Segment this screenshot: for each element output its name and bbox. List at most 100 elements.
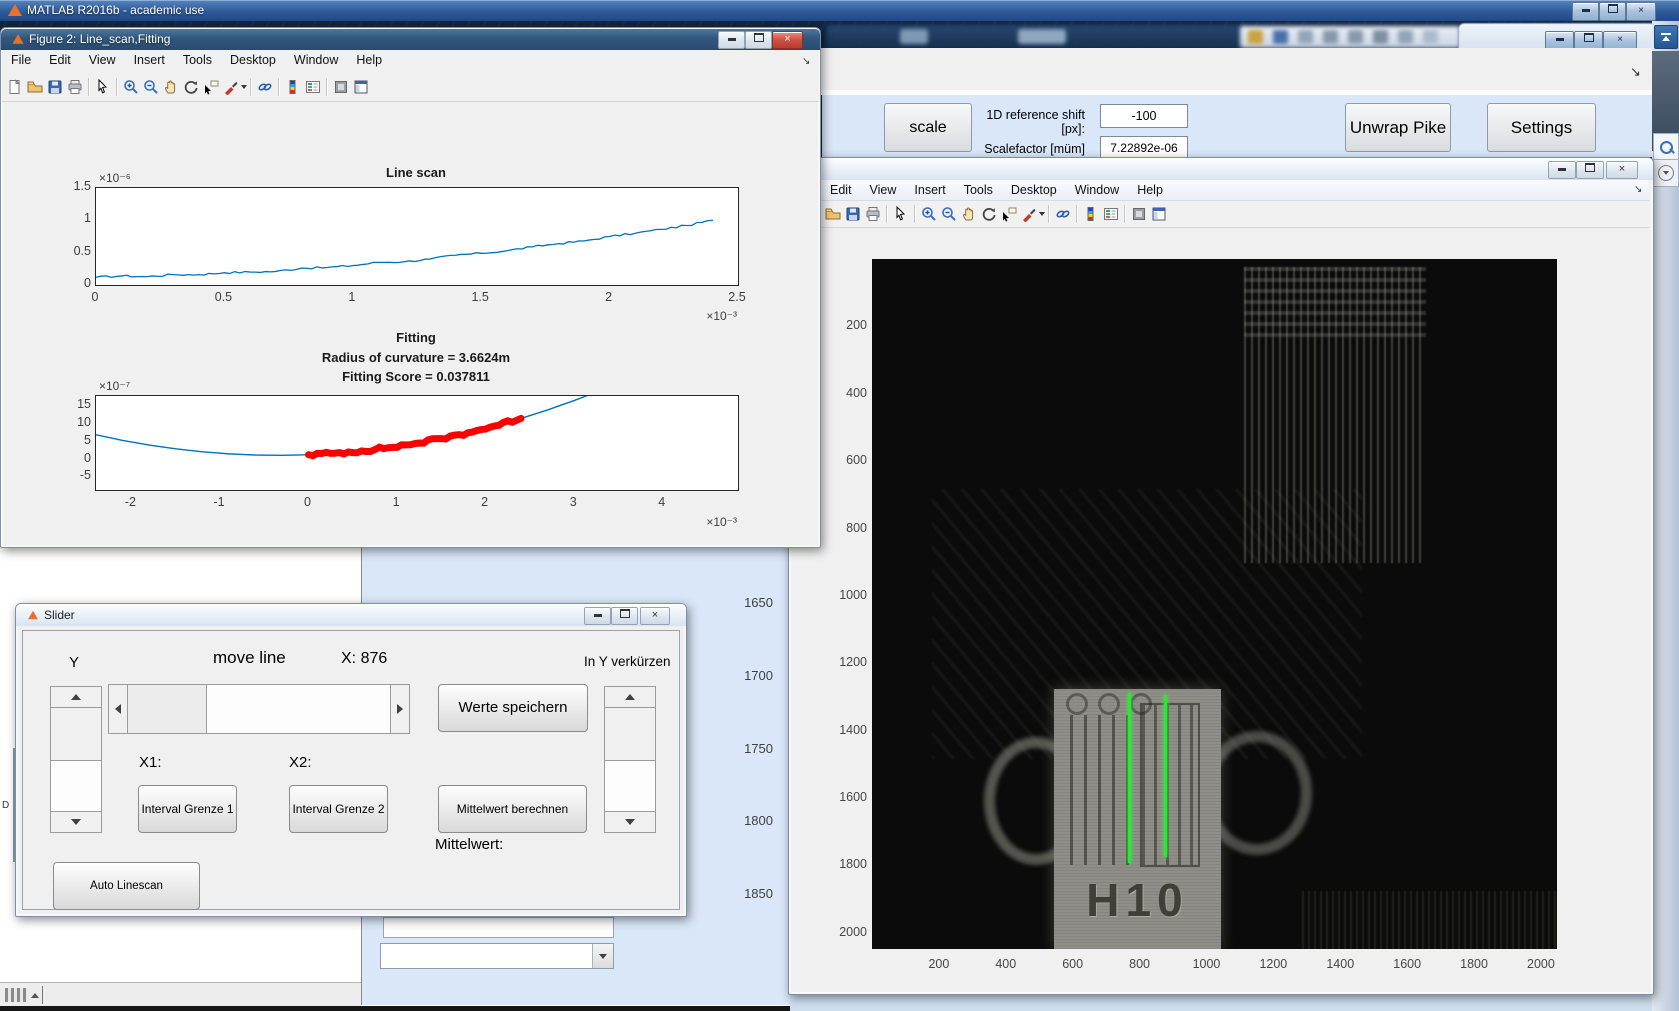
dropdown-arrow-button[interactable] <box>592 944 613 968</box>
save-icon[interactable] <box>45 77 65 97</box>
menubar-overflow-icon[interactable]: ↘ <box>1630 64 1641 80</box>
slider-left-button[interactable] <box>109 685 128 733</box>
brush-icon[interactable] <box>1019 204 1039 224</box>
new-doc-icon[interactable] <box>5 77 25 97</box>
settings-button[interactable]: Settings <box>1487 103 1596 152</box>
slider-thumb[interactable] <box>128 685 207 733</box>
speckle-image[interactable]: H10 <box>872 259 1557 949</box>
legend-icon[interactable] <box>1101 204 1121 224</box>
y-slider-left[interactable] <box>50 686 102 833</box>
menu-item-window[interactable]: Window <box>285 50 347 67</box>
move-line-slider[interactable] <box>108 684 410 734</box>
plot-tools-hide-icon[interactable] <box>331 77 351 97</box>
gui-dropdown[interactable] <box>380 943 614 969</box>
auto-linescan-button[interactable]: Auto Linescan <box>53 862 200 910</box>
close-button[interactable]: × <box>640 607 670 625</box>
slider-down-button[interactable] <box>51 811 101 832</box>
menu-item-edit[interactable]: Edit <box>40 50 80 67</box>
close-button[interactable]: × <box>772 31 803 49</box>
slider-right-button[interactable] <box>390 685 409 733</box>
data-cursor-icon[interactable] <box>999 204 1019 224</box>
y-slider-right[interactable] <box>604 686 656 833</box>
slider-up-button[interactable] <box>51 687 101 708</box>
pan-icon[interactable] <box>161 77 181 97</box>
main-minimize-button[interactable] <box>1572 2 1599 21</box>
save-icon[interactable] <box>843 204 863 224</box>
slider-thumb[interactable] <box>51 708 101 761</box>
main-maximize-button[interactable] <box>1599 2 1626 21</box>
menu-item-insert[interactable]: Insert <box>125 50 174 67</box>
figure2-titlebar[interactable]: Figure 2: Line_scan,Fitting × <box>1 28 820 50</box>
interval-limit1-button[interactable]: Interval Grenze 1 <box>138 785 237 833</box>
minimize-button[interactable] <box>1548 161 1576 179</box>
cursor-icon[interactable] <box>891 204 911 224</box>
maximize-button[interactable] <box>745 31 772 49</box>
menu-item-desktop[interactable]: Desktop <box>221 50 285 67</box>
pan-icon[interactable] <box>959 204 979 224</box>
menu-item-file[interactable]: File <box>2 50 40 67</box>
dock-search-button[interactable] <box>1653 133 1679 161</box>
plot-tools-show-icon[interactable] <box>351 77 371 97</box>
menubar-overflow-icon[interactable]: ↘ <box>1634 184 1642 195</box>
print-icon[interactable] <box>65 77 85 97</box>
print-icon[interactable] <box>863 204 883 224</box>
menu-item-window[interactable]: Window <box>1066 180 1128 197</box>
line-scan-axes[interactable] <box>95 187 739 286</box>
minimize-button[interactable] <box>584 607 611 625</box>
unwrap-pike-button[interactable]: Unwrap Pike <box>1345 103 1451 152</box>
data-cursor-icon[interactable] <box>201 77 221 97</box>
zoom-out-icon[interactable] <box>939 204 959 224</box>
link-plots-icon[interactable] <box>255 77 275 97</box>
menu-item-insert[interactable]: Insert <box>905 180 954 197</box>
close-button[interactable]: × <box>1606 161 1638 179</box>
brush-dropdown-caret-icon[interactable] <box>241 85 247 89</box>
scale-button[interactable]: scale <box>884 103 972 152</box>
slider-thumb[interactable] <box>605 708 655 761</box>
menu-item-help[interactable]: Help <box>1128 180 1172 197</box>
minimize-button[interactable] <box>718 31 745 49</box>
slider-up-button[interactable] <box>605 687 655 708</box>
figure-right-titlebar[interactable]: d × <box>789 158 1653 180</box>
scroll-widget[interactable] <box>5 988 27 1002</box>
cursor-icon[interactable] <box>93 77 113 97</box>
menu-item-desktop[interactable]: Desktop <box>1002 180 1066 197</box>
colorbar-icon[interactable] <box>283 77 303 97</box>
x-tick-label: 2 <box>481 495 489 509</box>
link-plots-icon[interactable] <box>1053 204 1073 224</box>
ref-shift-input[interactable]: -100 <box>1100 104 1188 128</box>
pin-button[interactable] <box>1654 25 1678 49</box>
maximize-button[interactable] <box>611 607 638 625</box>
rotate-icon[interactable] <box>979 204 999 224</box>
slider-titlebar[interactable]: Slider × <box>16 604 686 626</box>
menubar-overflow-icon[interactable]: ↘ <box>802 56 810 67</box>
menu-item-tools[interactable]: Tools <box>955 180 1002 197</box>
legend-icon[interactable] <box>303 77 323 97</box>
brush-icon[interactable] <box>221 77 241 97</box>
maximize-button[interactable] <box>1576 161 1604 179</box>
open-folder-icon[interactable] <box>25 77 45 97</box>
zoom-in-icon[interactable] <box>121 77 141 97</box>
colorbar-icon[interactable] <box>1081 204 1101 224</box>
zoom-out-icon[interactable] <box>141 77 161 97</box>
dock-scroll-button[interactable] <box>1653 159 1679 187</box>
calc-mean-button[interactable]: Mittelwert berechnen <box>438 785 587 833</box>
menu-item-edit[interactable]: Edit <box>821 180 861 197</box>
menu-item-view[interactable]: View <box>80 50 125 67</box>
zoom-in-icon[interactable] <box>919 204 939 224</box>
slider-down-button[interactable] <box>605 811 655 832</box>
x-tick-label: 0.5 <box>214 290 233 304</box>
scroll-widget-arrow-icon[interactable] <box>31 993 39 998</box>
figure2-window: Figure 2: Line_scan,Fitting × File Edit Vi… <box>0 27 821 548</box>
open-folder-icon[interactable] <box>823 204 843 224</box>
menu-item-help[interactable]: Help <box>347 50 391 67</box>
plot-tools-hide-icon[interactable] <box>1129 204 1149 224</box>
menu-item-tools[interactable]: Tools <box>174 50 221 67</box>
rotate-icon[interactable] <box>181 77 201 97</box>
fitting-axes[interactable] <box>95 384 739 491</box>
brush-dropdown-caret-icon[interactable] <box>1039 212 1045 216</box>
save-values-button[interactable]: Werte speichern <box>438 684 588 732</box>
menu-item-view[interactable]: View <box>861 180 906 197</box>
plot-tools-show-icon[interactable] <box>1149 204 1169 224</box>
main-close-button[interactable]: × <box>1626 2 1656 21</box>
interval-limit2-button[interactable]: Interval Grenze 2 <box>289 785 388 833</box>
